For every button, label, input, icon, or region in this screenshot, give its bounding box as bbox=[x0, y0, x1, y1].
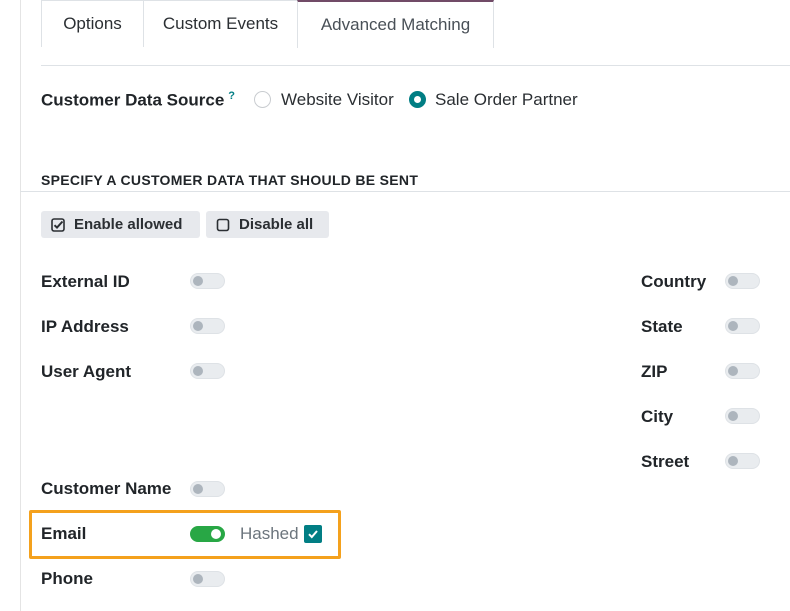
field-user-agent-label: User Agent bbox=[41, 362, 132, 381]
tab-options-label: Options bbox=[63, 14, 122, 33]
hashed-checkbox[interactable] bbox=[304, 525, 322, 543]
tab-advanced-matching[interactable]: Advanced Matching bbox=[297, 0, 494, 48]
field-state-label: State bbox=[641, 317, 683, 336]
tab-custom-events[interactable]: Custom Events bbox=[143, 0, 298, 47]
toggle-state[interactable] bbox=[725, 318, 760, 334]
field-country-label: Country bbox=[641, 272, 707, 291]
field-ip-address-label: IP Address bbox=[41, 317, 129, 336]
section-title: SPECIFY A CUSTOMER DATA THAT SHOULD BE S… bbox=[41, 172, 419, 188]
radio-sale-order-partner-label[interactable]: Sale Order Partner bbox=[435, 90, 578, 110]
toggle-phone[interactable] bbox=[190, 571, 225, 587]
toggle-user-agent[interactable] bbox=[190, 363, 225, 379]
field-street-label: Street bbox=[641, 452, 690, 471]
toggle-country[interactable] bbox=[725, 273, 760, 289]
toggle-zip[interactable] bbox=[725, 363, 760, 379]
help-tooltip-icon[interactable]: ? bbox=[228, 90, 235, 102]
checkmark-icon bbox=[308, 530, 318, 539]
checkbox-empty-icon bbox=[216, 218, 230, 231]
tab-options[interactable]: Options bbox=[41, 0, 144, 47]
disable-all-button[interactable]: Disable all bbox=[206, 211, 329, 238]
toggle-ip-address[interactable] bbox=[190, 318, 225, 334]
enable-allowed-label: Enable allowed bbox=[74, 216, 183, 233]
radio-website-visitor[interactable] bbox=[254, 91, 271, 108]
radio-website-visitor-label[interactable]: Website Visitor bbox=[281, 90, 394, 110]
field-email-label: Email bbox=[41, 524, 87, 543]
radio-sale-order-partner[interactable] bbox=[409, 91, 426, 108]
field-zip-label: ZIP bbox=[641, 362, 668, 381]
enable-allowed-button[interactable]: Enable allowed bbox=[41, 211, 200, 238]
left-border bbox=[20, 0, 21, 611]
toggle-customer-name[interactable] bbox=[190, 481, 225, 497]
toggle-city[interactable] bbox=[725, 408, 760, 424]
field-phone-label: Phone bbox=[41, 569, 93, 588]
checkbox-checked-icon bbox=[51, 217, 65, 232]
disable-all-label: Disable all bbox=[239, 216, 314, 233]
toggle-street[interactable] bbox=[725, 453, 760, 469]
field-city-label: City bbox=[641, 407, 674, 426]
toggle-external-id[interactable] bbox=[190, 273, 225, 289]
field-external-id-label: External ID bbox=[41, 272, 130, 291]
field-customer-name-label: Customer Name bbox=[41, 479, 172, 498]
tab-custom-events-label: Custom Events bbox=[162, 14, 279, 33]
toggle-email[interactable] bbox=[190, 526, 225, 542]
customer-data-source-text: Customer Data Source bbox=[41, 90, 225, 110]
tab-divider bbox=[41, 65, 790, 66]
section-divider bbox=[20, 191, 790, 192]
hashed-label: Hashed bbox=[240, 524, 299, 543]
tab-advanced-matching-label: Advanced Matching bbox=[320, 15, 471, 34]
customer-data-source-label: Customer Data Source? bbox=[41, 90, 235, 111]
